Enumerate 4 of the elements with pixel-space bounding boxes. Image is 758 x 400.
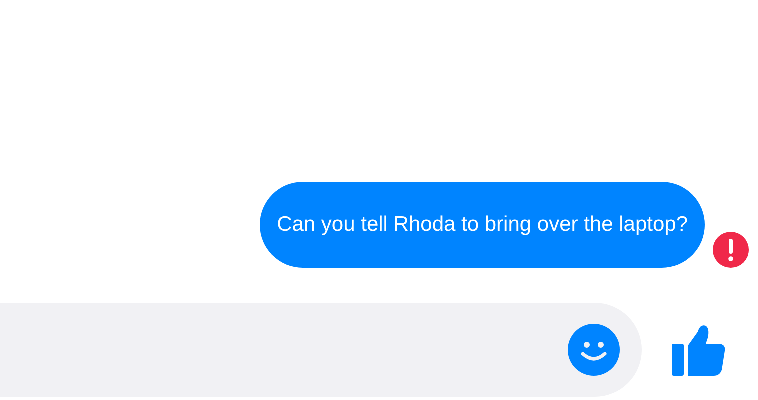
emoji-icon[interactable] (568, 324, 620, 376)
message-bubble: Can you tell Rhoda to bring over the laptop? (260, 182, 705, 268)
thumbs-up-icon[interactable] (672, 324, 726, 376)
message-input-field[interactable] (0, 303, 642, 397)
